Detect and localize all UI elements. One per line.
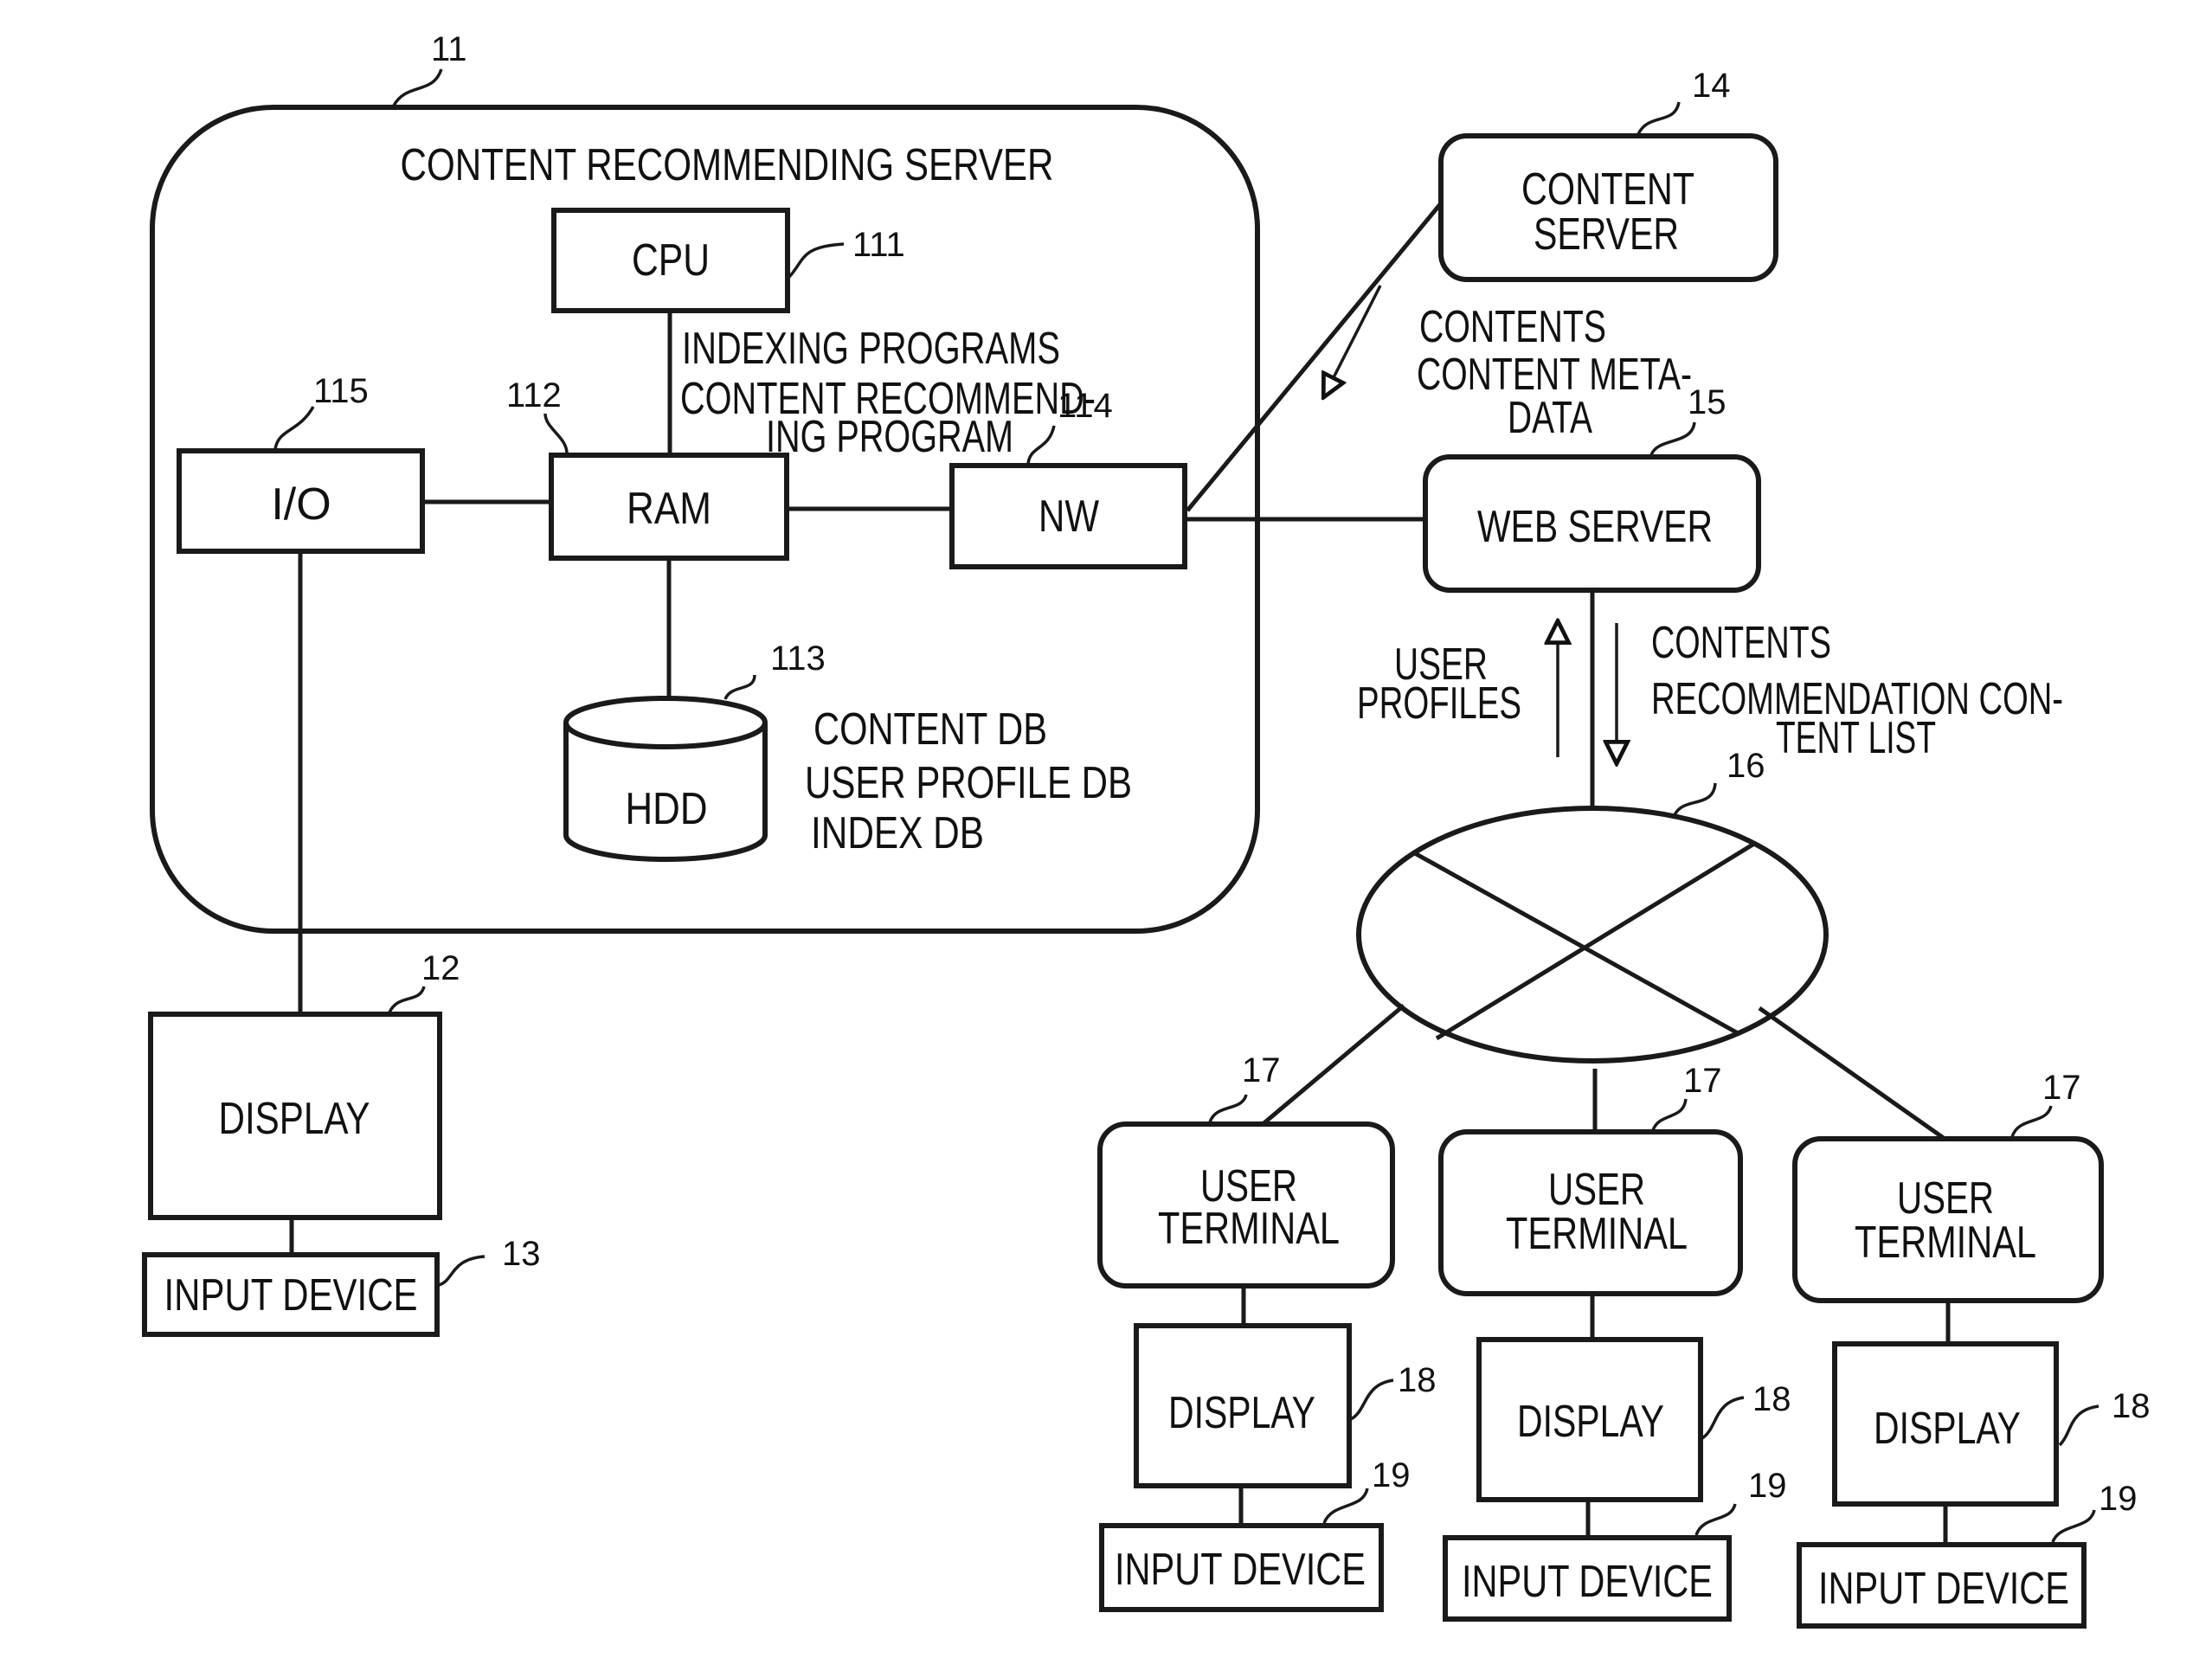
cpu-label: CPU (632, 235, 710, 286)
user-terminal-ref: 17 (1683, 1062, 1722, 1100)
input-device-label: INPUT DEVICE (1818, 1564, 2069, 1614)
display-ref-leader (2058, 1404, 2099, 1447)
display-ref: 18 (1398, 1361, 1437, 1399)
user-terminal-group-2: USER TERMINAL 17 DISPLAY 18 INPUT DEVICE… (1438, 1062, 1791, 1622)
input-device-label: INPUT DEVICE (1462, 1557, 1713, 1607)
web-server-label: WEB SERVER (1477, 502, 1713, 552)
content-server-label-1: CONTENT (1521, 164, 1694, 215)
user-terminal-group-3: USER TERMINAL 17 DISPLAY 18 INPUT DEVICE… (1792, 1069, 2151, 1629)
nw-ref: 114 (1058, 387, 1113, 425)
server-input-label: INPUT DEVICE (164, 1270, 418, 1321)
db-line-3: INDEX DB (811, 808, 984, 858)
hdd-label: HDD (626, 784, 708, 834)
content-server-ref-leader (1636, 101, 1681, 135)
program-line-1: INDEXING PROGRAMS (682, 324, 1060, 374)
display-ref-leader (1350, 1378, 1394, 1421)
network-group: 16 (1260, 747, 1949, 1143)
content-recommending-server: 11 CONTENT RECOMMENDING SERVER CPU 111 I… (150, 30, 1260, 1014)
ram-ref: 112 (506, 376, 562, 414)
input-device-ref-leader (1694, 1503, 1737, 1536)
user-terminal-ref-leader (2010, 1105, 2053, 1138)
display-label: DISPLAY (1517, 1397, 1664, 1447)
network-ref-leader (1673, 782, 1717, 816)
network-ellipse (1356, 806, 1829, 1064)
display-ref: 18 (1752, 1380, 1791, 1418)
user-terminal-label-2: TERMINAL (1158, 1204, 1340, 1254)
web-server-ref-leader (1649, 421, 1696, 456)
user-terminal-ref: 17 (2042, 1069, 2081, 1107)
web-server-ref: 15 (1688, 383, 1727, 421)
server-input-ref-leader (438, 1255, 485, 1287)
input-device-ref: 19 (1372, 1456, 1411, 1494)
server-display-ref-leader (388, 986, 426, 1013)
display-ref: 18 (2112, 1387, 2151, 1425)
server-display-group: DISPLAY 12 INPUT DEVICE 13 (142, 949, 541, 1337)
server-input-ref: 13 (502, 1235, 541, 1273)
user-terminal-ref-leader (1651, 1098, 1688, 1131)
program-line-3: ING PROGRAM (766, 412, 1013, 462)
ram-label: RAM (627, 484, 711, 534)
hdd-cylinder: HDD (563, 696, 768, 862)
user-terminal-ref-leader (1208, 1094, 1248, 1123)
nw-label: NW (1038, 492, 1099, 542)
content-server-ref: 14 (1692, 67, 1731, 105)
system-diagram: 11 CONTENT RECOMMENDING SERVER CPU 111 I… (142, 30, 2151, 1629)
network-ref: 16 (1727, 747, 1765, 785)
server-display-label: DISPLAY (219, 1094, 370, 1144)
network-terminal-3-line (1758, 1006, 1949, 1143)
content-server-label-2: SERVER (1534, 209, 1679, 260)
server-ref-leader (392, 68, 443, 106)
display-label: DISPLAY (1874, 1404, 2021, 1454)
hdd-ref: 113 (770, 639, 826, 678)
upstream-label-2: PROFILES (1357, 678, 1521, 729)
input-device-ref-leader (2051, 1509, 2096, 1543)
display-ref-leader (1701, 1396, 1745, 1440)
web-server-group: WEB SERVER 15 USER PROFILES CONTENTS REC… (1185, 383, 2063, 809)
content-server-group: CONTENT SERVER 14 CONTENTS CONTENT META-… (1186, 67, 1778, 512)
hdd-top (563, 696, 768, 749)
cpu-ref: 111 (852, 226, 905, 264)
content-flow-line-3: DATA (1508, 393, 1592, 443)
user-terminal-label-1: USER (1548, 1165, 1645, 1215)
server-title: CONTENT RECOMMENDING SERVER (401, 140, 1054, 190)
io-ref: 115 (313, 372, 369, 410)
db-line-1: CONTENT DB (813, 704, 1047, 755)
network-terminal-1-line (1260, 1004, 1405, 1127)
downstream-label-1: CONTENTS (1651, 618, 1831, 668)
user-terminal-label-2: TERMINAL (1855, 1218, 2036, 1268)
db-line-2: USER PROFILE DB (805, 758, 1132, 808)
content-flow-line-1: CONTENTS (1419, 302, 1606, 352)
user-terminal-label-1: USER (1897, 1173, 1994, 1224)
input-device-ref-leader (1322, 1488, 1369, 1524)
display-label: DISPLAY (1168, 1388, 1315, 1438)
user-terminal-ref: 17 (1242, 1051, 1281, 1089)
input-device-label: INPUT DEVICE (1115, 1545, 1366, 1595)
input-device-ref: 19 (1748, 1467, 1787, 1505)
input-device-ref: 19 (2099, 1480, 2138, 1518)
user-terminal-group-1: USER TERMINAL 17 DISPLAY 18 INPUT DEVICE… (1097, 1051, 1437, 1612)
server-display-ref: 12 (421, 949, 460, 987)
server-ref: 11 (431, 30, 467, 68)
io-label: I/O (271, 479, 331, 530)
content-flow-arrow (1328, 285, 1382, 388)
user-terminal-label-2: TERMINAL (1506, 1209, 1688, 1259)
downstream-label-3: TENT LIST (1776, 713, 1936, 763)
